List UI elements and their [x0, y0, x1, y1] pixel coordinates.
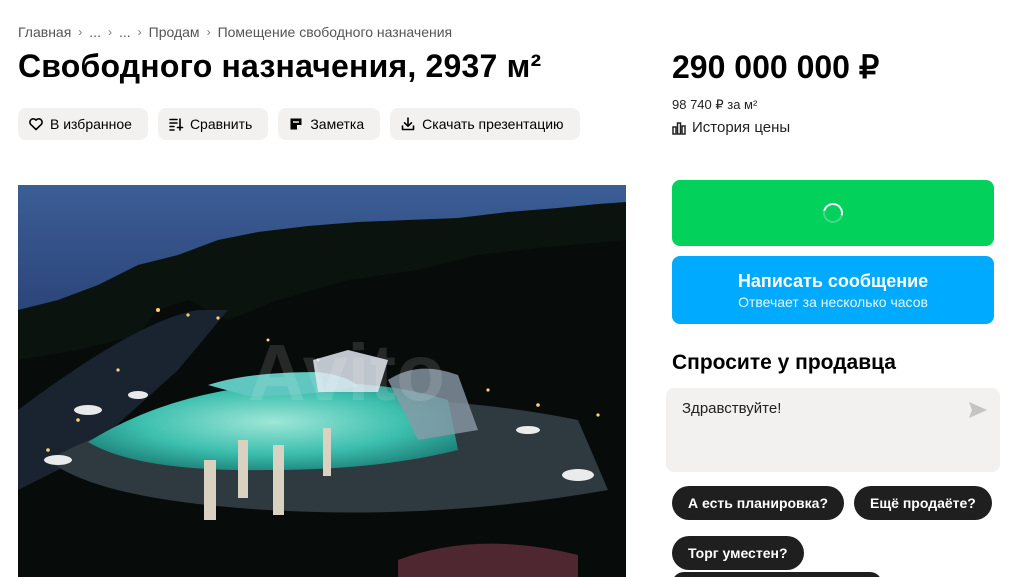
price-per-meter: 98 740 ₽ за м² — [672, 97, 758, 112]
chip-partial-offscreen[interactable] — [672, 572, 882, 577]
send-icon[interactable] — [968, 401, 988, 419]
ask-seller-title: Спросите у продавца — [672, 351, 896, 374]
favorite-label: В избранное — [50, 116, 132, 132]
watermark-text: Avito — [248, 328, 445, 417]
compare-button[interactable]: Сравнить — [157, 108, 269, 140]
download-label: Скачать презентацию — [422, 116, 564, 132]
show-phone-button[interactable] — [672, 180, 994, 246]
heart-icon — [28, 116, 44, 132]
compare-label: Сравнить — [189, 116, 253, 132]
note-icon — [288, 116, 304, 132]
price: 290 000 000 ₽ — [672, 49, 880, 85]
compare-list-icon — [168, 116, 184, 132]
price-history-label: История цены — [692, 119, 791, 136]
chevron-right-icon: › — [206, 25, 211, 39]
listing-actions: В избранное Сравнить Заметка Скачать пре… — [18, 108, 580, 140]
page-title: Свободного назначения, 2937 м² — [18, 48, 542, 84]
bar-chart-icon — [672, 121, 686, 135]
response-time-label: Отвечает за несколько часов — [738, 293, 928, 310]
chevron-right-icon: › — [107, 25, 112, 39]
breadcrumb-item-collapsed-2[interactable]: ... — [119, 24, 131, 40]
chevron-right-icon: › — [78, 25, 83, 39]
quick-questions: А есть планировка? Ещё продаёте? Торг ум… — [672, 486, 1002, 570]
ask-seller-box — [666, 388, 1000, 472]
favorite-button[interactable]: В избранное — [18, 108, 148, 140]
breadcrumb-item-home[interactable]: Главная — [18, 24, 71, 40]
download-presentation-button[interactable]: Скачать презентацию — [390, 108, 580, 140]
note-label: Заметка — [310, 116, 365, 132]
note-button[interactable]: Заметка — [278, 108, 381, 140]
download-icon — [400, 116, 416, 132]
breadcrumb-item-sell[interactable]: Продам — [149, 24, 200, 40]
write-message-label: Написать сообщение — [737, 270, 929, 291]
breadcrumb: Главная › ... › ... › Продам › Помещение… — [18, 24, 452, 40]
chip-still-selling[interactable]: Ещё продаёте? — [854, 486, 992, 520]
chip-has-layout[interactable]: А есть планировка? — [672, 486, 844, 520]
ask-seller-input[interactable] — [682, 400, 952, 460]
chevron-right-icon: › — [137, 25, 142, 39]
listing-photo-image: Avito — [18, 160, 626, 577]
breadcrumb-item-category[interactable]: Помещение свободного назначения — [218, 24, 453, 40]
breadcrumb-item-collapsed-1[interactable]: ... — [89, 24, 101, 40]
write-message-button[interactable]: Написать сообщение Отвечает за несколько… — [672, 256, 994, 324]
chip-bargain[interactable]: Торг уместен? — [672, 536, 804, 570]
spinner-icon — [819, 199, 847, 227]
price-history-link[interactable]: История цены — [672, 119, 790, 136]
listing-photo[interactable]: Avito — [18, 160, 626, 577]
